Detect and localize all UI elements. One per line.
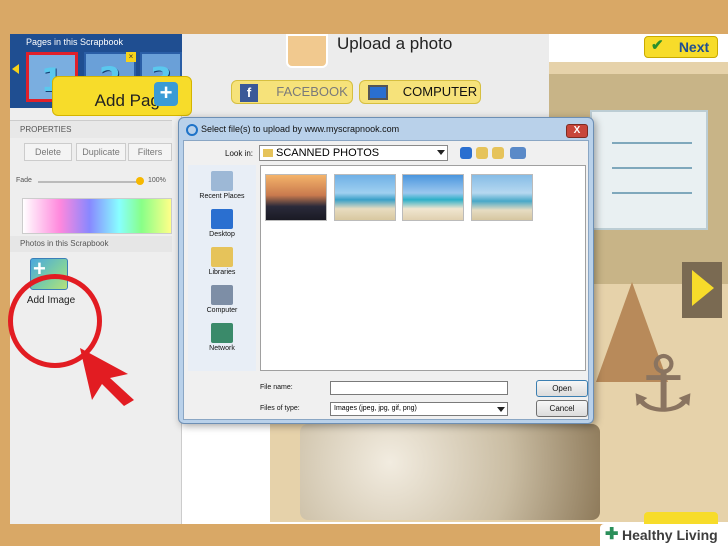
dialog-body: Look in: SCANNED PHOTOS Recent Places De… xyxy=(183,140,589,420)
place-label: Libraries xyxy=(208,269,236,276)
computer-button[interactable]: COMPUTER xyxy=(359,80,481,104)
computer-icon xyxy=(211,285,233,305)
filters-button[interactable]: Filters xyxy=(128,143,172,161)
place-label: Desktop xyxy=(209,231,235,238)
files-of-type-label: Files of type: xyxy=(260,405,300,412)
fade-slider[interactable] xyxy=(38,181,138,183)
files-of-type-value: Images (jpeg, jpg, gif, png) xyxy=(334,405,417,412)
next-label: Next xyxy=(678,39,710,55)
next-button[interactable]: ✔ Next xyxy=(644,36,718,58)
place-computer[interactable]: Computer xyxy=(188,285,256,314)
photos-title: Photos in this Scrapbook xyxy=(10,236,172,252)
next-arrow-icon xyxy=(692,270,714,306)
remove-page-icon[interactable]: × xyxy=(126,52,136,62)
chevron-down-icon xyxy=(437,150,445,155)
new-folder-icon[interactable] xyxy=(492,147,504,159)
computer-icon xyxy=(368,85,388,100)
place-desktop[interactable]: Desktop xyxy=(188,209,256,238)
look-in-value: SCANNED PHOTOS xyxy=(276,147,380,159)
fade-label: Fade xyxy=(16,177,32,184)
seashells-image xyxy=(300,424,600,520)
view-menu-icon[interactable] xyxy=(510,147,526,159)
open-button[interactable]: Open xyxy=(536,380,588,397)
place-network[interactable]: Network xyxy=(188,323,256,352)
look-in-label: Look in: xyxy=(225,149,254,158)
photo-thumbnail[interactable] xyxy=(334,174,396,221)
chevron-down-icon xyxy=(497,407,505,412)
pointer-arrow-icon xyxy=(80,348,134,406)
color-picker[interactable] xyxy=(22,198,172,234)
back-icon[interactable] xyxy=(460,147,472,159)
photo-thumbnail[interactable] xyxy=(471,174,533,221)
up-folder-icon[interactable] xyxy=(476,147,488,159)
cancel-button[interactable]: Cancel xyxy=(536,400,588,417)
file-name-input[interactable] xyxy=(330,381,508,395)
files-of-type-select[interactable]: Images (jpeg, jpg, gif, png) xyxy=(330,402,508,416)
libraries-icon xyxy=(211,247,233,267)
browser-icon xyxy=(186,124,198,136)
upload-title: Upload a photo xyxy=(337,34,453,53)
place-label: Computer xyxy=(206,307,238,314)
duplicate-button[interactable]: Duplicate xyxy=(76,143,126,161)
look-in-select[interactable]: SCANNED PHOTOS xyxy=(259,145,448,161)
place-label: Network xyxy=(209,345,235,352)
file-dialog: Select file(s) to upload by www.myscrapn… xyxy=(178,117,594,424)
desktop-icon xyxy=(211,209,233,229)
recent-places-icon xyxy=(211,171,233,191)
photo-thumbnail[interactable] xyxy=(402,174,464,221)
pages-title: Pages in this Scrapbook xyxy=(26,37,124,47)
place-label: Recent Places xyxy=(199,193,245,200)
cross-logo-icon: ✚ xyxy=(605,526,619,543)
network-icon xyxy=(211,323,233,343)
facebook-label: FACEBOOK xyxy=(276,84,348,99)
properties-title: PROPERTIES xyxy=(10,120,172,138)
upload-header: Upload a photo f FACEBOOK COMPUTER xyxy=(182,34,549,122)
facebook-button[interactable]: f FACEBOOK xyxy=(231,80,353,104)
photo-thumbnail[interactable] xyxy=(265,174,327,221)
close-button[interactable]: X xyxy=(566,124,588,138)
check-icon: ✔ xyxy=(651,37,664,54)
dialog-title: Select file(s) to upload by www.myscrapn… xyxy=(201,124,400,134)
fade-slider-handle[interactable] xyxy=(136,177,144,185)
plus-icon: + xyxy=(154,82,178,106)
strip-left-arrow-icon[interactable] xyxy=(12,64,19,74)
place-libraries[interactable]: Libraries xyxy=(188,247,256,276)
file-name-label: File name: xyxy=(260,384,293,391)
anchor-icon: ⚓ xyxy=(628,340,698,430)
user-avatar xyxy=(286,34,328,68)
place-recent[interactable]: Recent Places xyxy=(188,171,256,200)
computer-label: COMPUTER xyxy=(402,84,478,99)
watermark-text: Healthy Living xyxy=(622,527,718,543)
places-bar: Recent Places Desktop Libraries Computer… xyxy=(188,165,256,371)
postcard-decoration xyxy=(590,110,708,230)
fade-value: 100% xyxy=(148,177,166,184)
healthy-living-watermark: ✚ Healthy Living xyxy=(600,524,728,546)
file-list[interactable] xyxy=(260,165,586,371)
delete-button[interactable]: Delete xyxy=(24,143,72,161)
facebook-icon: f xyxy=(240,84,258,102)
folder-icon xyxy=(263,149,273,157)
